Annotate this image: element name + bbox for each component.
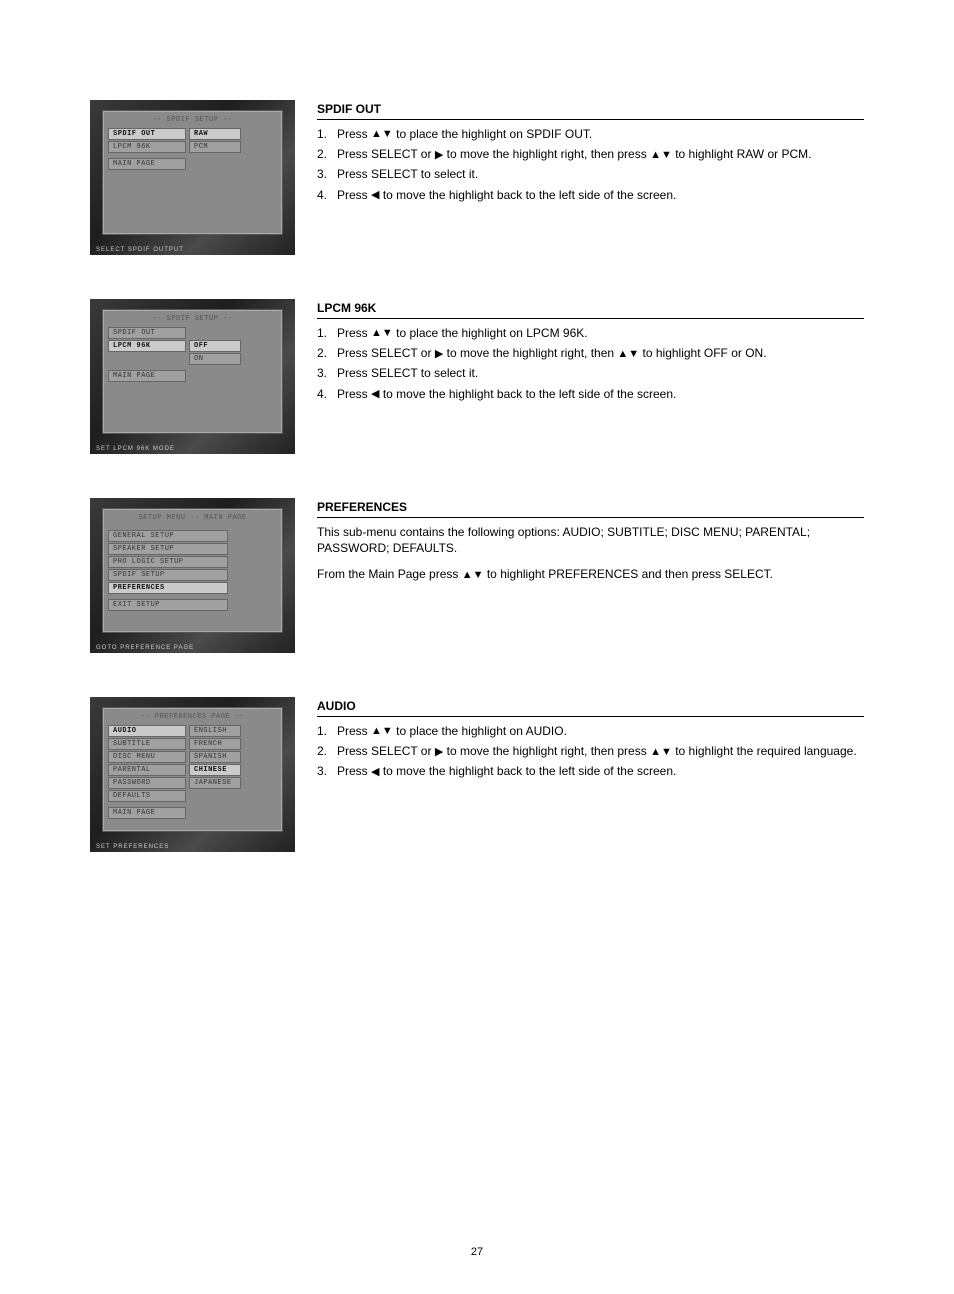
- step: 2. Press SELECT or ▶ to move the highlig…: [317, 345, 864, 361]
- step: 1. Press ▲▼ to place the highlight on AU…: [317, 723, 864, 739]
- osd-title: SETUP MENU -- MAIN PAGE: [108, 514, 277, 522]
- right-icon: ▶: [435, 747, 443, 758]
- step: 3. Press SELECT to select it.: [317, 166, 864, 182]
- osd-title: -- PREFERENCES PAGE --: [108, 713, 277, 721]
- osd-title: -- SPDIF SETUP --: [108, 116, 277, 124]
- up-down-icon: ▲▼: [371, 726, 393, 737]
- step: 1. Press ▲▼ to place the highlight on SP…: [317, 126, 864, 142]
- section-title-audio: AUDIO: [317, 697, 864, 717]
- step: 2. Press SELECT or ▶ to move the highlig…: [317, 743, 864, 759]
- page-number: 27: [0, 1246, 954, 1258]
- osd-title: -- SPDIF SETUP --: [108, 315, 277, 323]
- up-down-icon: ▲▼: [650, 747, 672, 758]
- up-down-icon: ▲▼: [650, 150, 672, 161]
- step: 3. Press SELECT to select it.: [317, 365, 864, 381]
- screenshot-lpcm96k: -- SPDIF SETUP -- SPDIF OUT LPCM 96K OFF…: [90, 299, 295, 454]
- up-down-icon: ▲▼: [371, 129, 393, 140]
- step: 4. Press ◀ to move the highlight back to…: [317, 187, 864, 203]
- screenshot-spdif-out: -- SPDIF SETUP -- SPDIF OUT RAW LPCM 96K…: [90, 100, 295, 255]
- up-down-icon: ▲▼: [617, 349, 639, 360]
- section-title-spdif-out: SPDIF OUT: [317, 100, 864, 120]
- step: 4. Press ◀ to move the highlight back to…: [317, 386, 864, 402]
- right-icon: ▶: [435, 150, 443, 161]
- preferences-nav-instruction: From the Main Page press ▲▼ to highlight…: [317, 566, 864, 582]
- preferences-intro: This sub-menu contains the following opt…: [317, 524, 864, 556]
- step: 1. Press ▲▼ to place the highlight on LP…: [317, 325, 864, 341]
- step: 3. Press ◀ to move the highlight back to…: [317, 763, 864, 779]
- screenshot-pref-audio: -- PREFERENCES PAGE -- AUDIOENGLISH SUBT…: [90, 697, 295, 852]
- up-down-icon: ▲▼: [371, 328, 393, 339]
- up-down-icon: ▲▼: [462, 570, 484, 581]
- section-title-lpcm96k: LPCM 96K: [317, 299, 864, 319]
- screenshot-preferences-main: SETUP MENU -- MAIN PAGE GENERAL SETUP SP…: [90, 498, 295, 653]
- step: 2. Press SELECT or ▶ to move the highlig…: [317, 146, 864, 162]
- section-title-preferences: PREFERENCES: [317, 498, 864, 518]
- right-icon: ▶: [435, 349, 443, 360]
